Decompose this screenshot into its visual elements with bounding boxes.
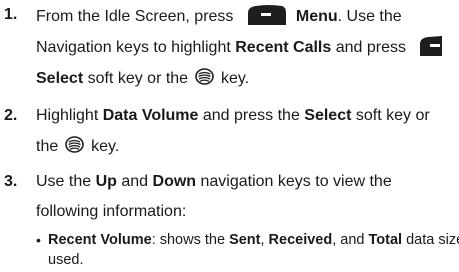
bullet-line-1: Recent Volume: shows the Sent, Received,…: [48, 232, 459, 248]
step-1-line-1: From the Idle Screen, press Menu. Use th…: [36, 2, 402, 32]
left-soft-key-icon: [420, 35, 442, 56]
step-3-line-1: Use the Up and Down navigation keys to v…: [36, 173, 392, 190]
step-number: 1.: [4, 6, 18, 23]
instruction-document: 1. From the Idle Screen, press Menu. Use…: [0, 0, 459, 272]
step-number: 3.: [4, 173, 18, 190]
bullet-icon: •: [36, 232, 41, 248]
step-3-line-2: following information:: [36, 203, 187, 220]
step-2-line-2: the key.: [36, 136, 120, 155]
left-soft-key-icon: [247, 4, 286, 25]
step-number: 2.: [4, 107, 18, 124]
step-1-line-3: Select soft key or the key.: [36, 68, 250, 87]
step-1-line-2: Navigation keys to highlight Recent Call…: [36, 33, 442, 63]
center-navigation-key-icon: [194, 68, 214, 86]
step-2-line-1: Highlight Data Volume and press the Sele…: [36, 107, 430, 124]
center-navigation-key-icon: [64, 136, 84, 154]
bullet-line-2: used.: [48, 252, 84, 268]
